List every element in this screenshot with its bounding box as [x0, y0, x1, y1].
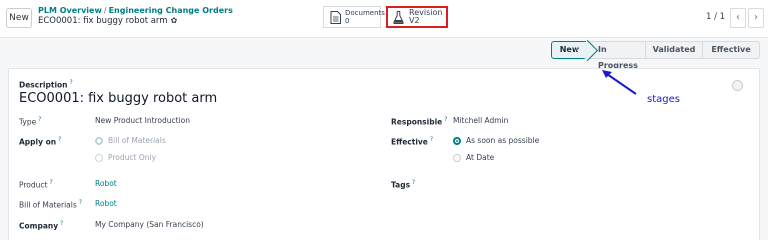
bom-value[interactable]: Robot	[95, 199, 117, 208]
apply-on-bom-label: Bill of Materials	[108, 136, 166, 145]
chevron-right-icon[interactable]: ›	[748, 8, 764, 28]
help-tooltip-icon[interactable]: ?	[38, 116, 41, 123]
chevron-left-icon[interactable]: ‹	[730, 8, 746, 28]
help-tooltip-icon[interactable]: ?	[70, 79, 73, 86]
documents-count: 0	[345, 17, 350, 25]
help-tooltip-icon[interactable]: ?	[49, 179, 52, 186]
priority-toggle[interactable]	[732, 80, 743, 91]
help-tooltip-icon[interactable]: ?	[444, 116, 447, 123]
help-tooltip-icon[interactable]: ?	[412, 179, 415, 186]
stage-validated[interactable]: Validated	[646, 41, 703, 59]
control-panel: New PLM Overview / Engineering Change Orde…	[0, 0, 768, 38]
revision-smart-button[interactable]: Revision V2	[386, 6, 448, 28]
company-label-text: Company	[19, 221, 59, 231]
pager-counter[interactable]: 1 / 1	[706, 12, 725, 22]
effective-label: Effective?	[391, 136, 433, 147]
help-tooltip-icon[interactable]: ?	[79, 199, 82, 206]
record-title: ECO0001: fix buggy robot arm	[38, 16, 168, 26]
apply-on-label: Apply on?	[19, 136, 61, 147]
responsible-value[interactable]: Mitchell Admin	[453, 116, 508, 125]
flask-icon	[393, 11, 404, 24]
help-tooltip-icon[interactable]: ?	[58, 136, 61, 143]
type-label: Type?	[19, 116, 41, 127]
documents-label: Documents	[345, 9, 385, 17]
revision-value: V2	[409, 16, 420, 25]
effective-at-date-label: At Date	[466, 153, 495, 162]
apply-on-product-label: Product Only	[108, 153, 157, 162]
company-label: Company?	[19, 220, 63, 231]
company-value[interactable]: My Company (San Francisco)	[95, 220, 204, 229]
bom-label-text: Bill of Materials	[19, 200, 77, 210]
annotation-label: stages	[647, 94, 680, 105]
responsible-label: Responsible?	[391, 116, 447, 127]
tags-input[interactable]	[453, 179, 613, 189]
type-label-text: Type	[19, 117, 37, 127]
responsible-label-text: Responsible	[391, 117, 443, 127]
stage-new[interactable]: New	[551, 41, 588, 59]
breadcrumb-separator: /	[103, 6, 107, 15]
description-label: Description?	[19, 79, 73, 90]
apply-on-product-radio[interactable]	[95, 154, 103, 162]
document-icon	[330, 11, 341, 24]
effective-asap-radio[interactable]	[453, 137, 461, 145]
annotation-arrow-icon	[602, 70, 637, 95]
gear-icon[interactable]: ✿	[171, 16, 178, 25]
effective-label-text: Effective	[391, 137, 428, 147]
breadcrumb: PLM Overview / Engineering Change Orders	[38, 6, 233, 15]
product-label: Product?	[19, 179, 53, 190]
help-tooltip-icon[interactable]: ?	[60, 220, 63, 227]
record-name: ECO0001: fix buggy robot arm ✿	[38, 16, 177, 26]
tags-label: Tags?	[391, 179, 415, 190]
breadcrumb-engineering-change-orders[interactable]: Engineering Change Orders	[109, 6, 233, 15]
apply-on-label-text: Apply on	[19, 137, 57, 147]
stage-effective[interactable]: Effective	[703, 41, 760, 59]
new-button[interactable]: New	[6, 8, 32, 28]
status-bar: New In Progress Validated Effective	[0, 38, 768, 70]
apply-on-bom-radio[interactable]	[95, 137, 103, 145]
description-label-text: Description	[19, 80, 68, 90]
effective-asap-label: As soon as possible	[466, 136, 540, 145]
tags-label-text: Tags	[391, 180, 411, 190]
description-field[interactable]: ECO0001: fix buggy robot arm	[19, 91, 217, 106]
documents-smart-button[interactable]: Documents 0	[323, 6, 385, 28]
effective-at-date-radio[interactable]	[453, 154, 461, 162]
product-value[interactable]: Robot	[95, 179, 117, 188]
help-tooltip-icon[interactable]: ?	[430, 136, 433, 143]
breadcrumb-plm-overview[interactable]: PLM Overview	[38, 6, 102, 15]
type-value[interactable]: New Product Introduction	[95, 116, 190, 125]
bom-label: Bill of Materials?	[19, 199, 82, 210]
product-label-text: Product	[19, 180, 48, 190]
